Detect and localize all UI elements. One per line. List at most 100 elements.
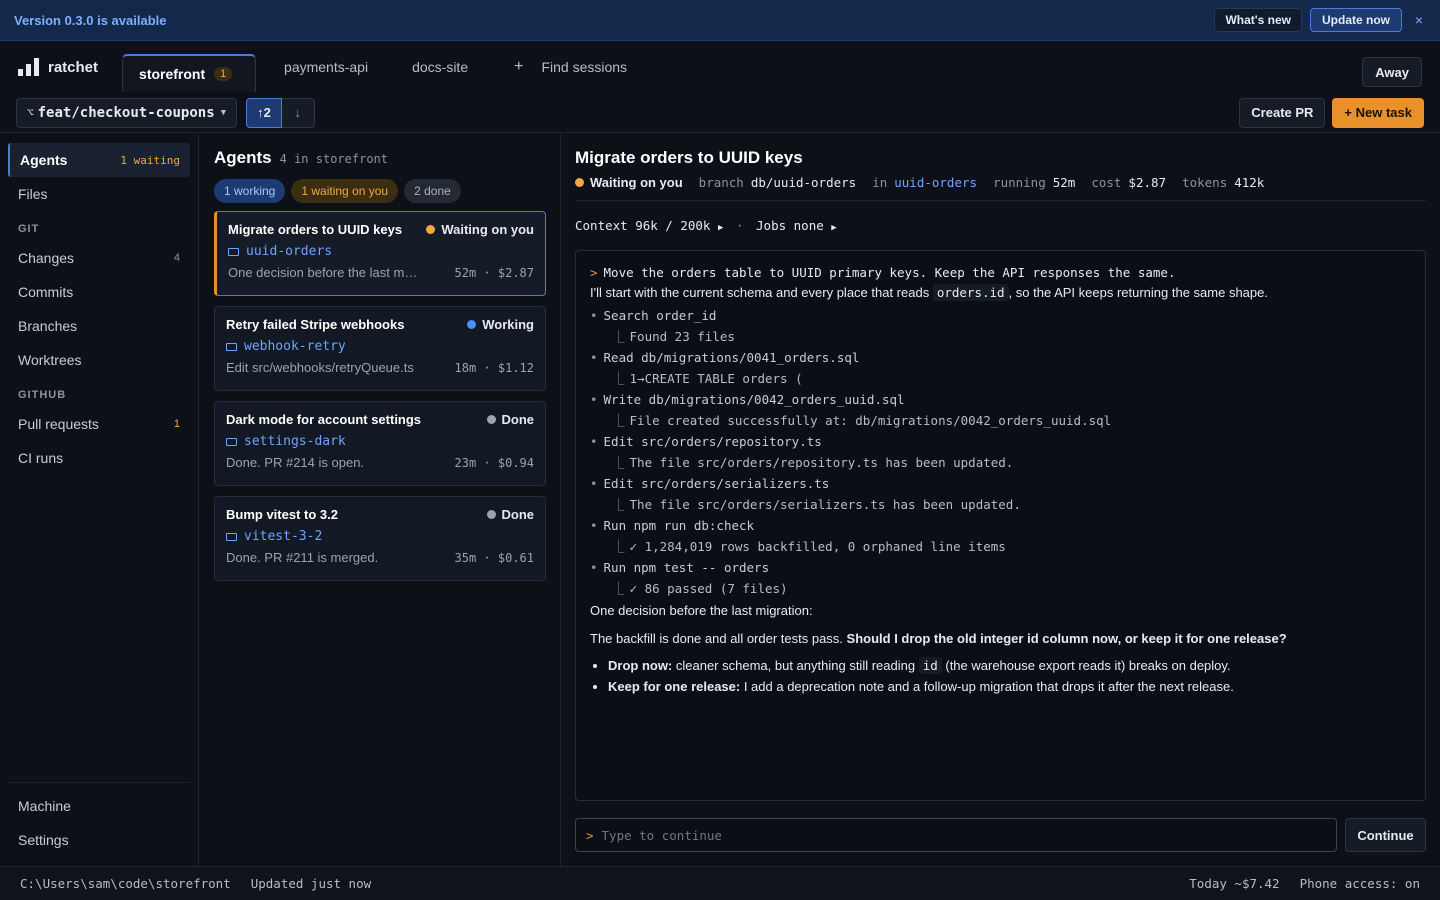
pull-requests-count: 1 — [173, 418, 180, 430]
updated-status: Updated just now — [250, 876, 372, 891]
status-label: Working — [482, 317, 534, 332]
tool-call: • Run npm test -- orders — [590, 560, 770, 575]
status-dot-icon — [486, 510, 496, 519]
tool-result: ⎿ The file src/orders/serializers.ts has … — [612, 497, 1021, 512]
ratchet-logo-icon — [18, 58, 39, 76]
filter-done[interactable]: 2 done — [404, 179, 461, 203]
prompt-icon: > — [590, 265, 598, 280]
tokens-value: 412k — [1234, 175, 1265, 190]
agent-card[interactable]: Dark mode for account settings Done sett… — [214, 401, 546, 486]
cost-key: cost — [1091, 175, 1122, 190]
sidebar-item-files[interactable]: Files — [8, 177, 190, 211]
tool-output: Found 23 files — [629, 329, 735, 344]
sidebar-item-worktrees[interactable]: Worktrees — [8, 343, 190, 377]
sidebar-item-changes[interactable]: Changes 4 — [8, 241, 190, 275]
context-toggle[interactable]: Context 96k / 200k ▶ — [575, 218, 723, 233]
status-label: Waiting on you — [441, 222, 534, 237]
filter-working[interactable]: 1 working — [214, 179, 286, 203]
tool-output: The file src/orders/repository.ts has be… — [629, 455, 1014, 470]
worktree-key: in — [872, 175, 888, 190]
agent-filters: 1 working 1 waiting on you 2 done — [214, 179, 546, 203]
sidebar-item-agents[interactable]: Agents 1 waiting — [8, 143, 190, 177]
chevron-down-icon: ▼ — [220, 107, 227, 118]
context-line: Context 96k / 200k ▶ · Jobs none ▶ — [575, 218, 1426, 233]
input-placeholder: Type to continue — [601, 827, 722, 843]
agent-detail: Migrate orders to UUID keys Waiting on y… — [561, 134, 1440, 866]
detail-title: Migrate orders to UUID keys — [575, 148, 803, 167]
tool-output: File created successfully at: db/migrati… — [629, 413, 1112, 428]
new-task-button[interactable]: + New task — [1332, 97, 1424, 128]
inline-code: id — [918, 657, 942, 674]
intro-text: I'll start with the current schema and e… — [590, 285, 933, 300]
tool-call: • Read db/migrations/0041_orders.sql — [590, 350, 860, 365]
sidebar-item-pull-requests[interactable]: Pull requests 1 — [8, 407, 190, 441]
tool-output: ✓ 1,284,019 rows backfilled, 0 orphaned … — [629, 539, 1006, 554]
sidebar-item-machine[interactable]: Machine — [8, 789, 190, 823]
tab-label: payments-api — [284, 59, 369, 75]
intro-text: , so the API keeps returning the same sh… — [1008, 285, 1268, 300]
tool-call: • Run npm run db:check — [590, 518, 755, 533]
sidebar-item-commits[interactable]: Commits — [8, 275, 190, 309]
agents-subtitle: 4 in storefront — [279, 152, 388, 166]
detail-status: Waiting on you — [575, 175, 683, 190]
option-title: Keep for one release: — [608, 679, 741, 694]
filter-waiting[interactable]: 1 waiting on you — [291, 179, 399, 203]
agent-desc: Edit src/webhooks/retryQueue.ts — [226, 360, 414, 375]
close-icon[interactable]: × — [1412, 12, 1426, 28]
tokens-key: tokens — [1182, 175, 1228, 190]
tool-action: Run npm run db:check — [603, 518, 755, 533]
option-text: cleaner schema, but anything still readi… — [672, 658, 919, 673]
find-sessions-button[interactable]: Find sessions — [541, 59, 627, 75]
tool-result: ⎿ Found 23 files — [612, 329, 735, 344]
worktree-link[interactable]: uuid-orders — [894, 175, 977, 190]
sidebar-item-label: Agents — [20, 152, 68, 168]
branch-icon: ⌥ — [27, 106, 34, 119]
tool-result: ⎿ File created successfully at: db/migrat… — [612, 413, 1112, 428]
agent-worktree: uuid-orders — [246, 244, 333, 259]
update-now-button[interactable]: Update now — [1310, 8, 1402, 32]
tab-docs-site[interactable]: docs-site — [396, 49, 484, 85]
agent-card[interactable]: Retry failed Stripe webhooks Working web… — [214, 306, 546, 391]
branch-name: feat/checkout-coupons — [37, 104, 215, 121]
tool-result: ⎿ 1→CREATE TABLE orders ( — [612, 371, 803, 386]
prompt-text: Move the orders table to UUID primary ke… — [603, 265, 1176, 280]
tab-payments-api[interactable]: payments-api — [268, 49, 384, 85]
jobs-toggle[interactable]: Jobs none ▶ — [756, 218, 837, 233]
branch-selector[interactable]: ⌥ feat/checkout-coupons ▼ — [16, 97, 238, 128]
tool-output: ✓ 86 passed (7 files) — [629, 581, 788, 596]
agent-title: Migrate orders to UUID keys — [228, 222, 403, 237]
tool-call: • Edit src/orders/repository.ts — [590, 434, 822, 449]
create-pr-button[interactable]: Create PR — [1239, 97, 1326, 128]
transcript[interactable]: > Move the orders table to UUID primary k… — [575, 250, 1426, 801]
status-label: Done — [501, 412, 535, 427]
away-button[interactable]: Away — [1362, 57, 1422, 87]
tab-storefront[interactable]: storefront 1 — [122, 54, 257, 92]
sidebar-item-label: Pull requests — [18, 416, 99, 432]
repo-path: C:\Users\sam\code\storefront — [20, 876, 231, 891]
push-button[interactable]: ↑2 — [246, 97, 282, 128]
assistant-intro: I'll start with the current schema and e… — [590, 284, 1411, 301]
phone-access[interactable]: Phone access: on — [1300, 876, 1420, 891]
continue-input[interactable]: > Type to continue — [575, 818, 1337, 852]
tool-action: Edit src/orders/repository.ts — [603, 434, 822, 449]
pull-button[interactable]: ↓ — [281, 97, 315, 128]
status-dot-icon — [575, 178, 584, 187]
agent-status: Done — [486, 507, 534, 522]
continue-button[interactable]: Continue — [1345, 818, 1426, 852]
sidebar-item-branches[interactable]: Branches — [8, 309, 190, 343]
add-tab-button[interactable]: + — [514, 58, 523, 76]
tool-call: • Write db/migrations/0042_orders_uuid.sq… — [590, 392, 905, 407]
sidebar-item-settings[interactable]: Settings — [8, 823, 190, 857]
option-keep: Keep for one release: I add a deprecatio… — [608, 679, 1411, 694]
agent-meta: 35m · $0.61 — [454, 550, 534, 565]
agent-worktree: webhook-retry — [244, 339, 346, 354]
agent-card[interactable]: Migrate orders to UUID keys Waiting on y… — [214, 211, 546, 296]
agent-card[interactable]: Bump vitest to 3.2 Done vitest-3-2 Done.… — [214, 496, 546, 581]
sidebar-item-ci-runs[interactable]: CI runs — [8, 441, 190, 475]
status-dot-icon — [426, 225, 436, 234]
sidebar: Agents 1 waiting Files GIT Changes 4 Com… — [0, 134, 199, 866]
tab-label: docs-site — [412, 59, 469, 75]
composer: > Type to continue Continue — [575, 818, 1426, 852]
tool-output: The file src/orders/serializers.ts has b… — [629, 497, 1021, 512]
whats-new-button[interactable]: What's new — [1214, 8, 1302, 32]
